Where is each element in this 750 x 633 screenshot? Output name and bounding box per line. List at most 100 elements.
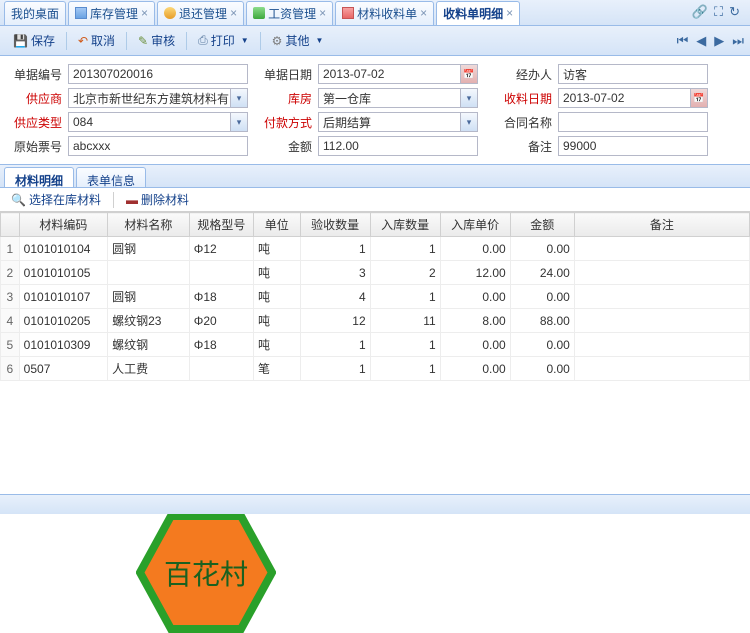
tab-form-info[interactable]: 表单信息	[76, 167, 146, 187]
row-number: 6	[1, 357, 20, 381]
recv-date-input[interactable]	[558, 88, 708, 108]
cell-qty_chk: 12	[300, 309, 370, 333]
operator-label: 经办人	[500, 66, 558, 83]
tool-link-icon[interactable]: 🔗	[692, 4, 708, 20]
cell-unit: 吨	[253, 333, 300, 357]
cell-amount: 88.00	[510, 309, 574, 333]
col-header[interactable]: 金额	[510, 213, 574, 237]
row-number: 3	[1, 285, 20, 309]
audit-button[interactable]: ✎审核	[131, 29, 182, 52]
cell-price: 0.00	[440, 333, 510, 357]
warehouse-input[interactable]	[318, 88, 478, 108]
chevron-down-icon[interactable]: ▾	[460, 113, 477, 131]
col-header[interactable]: 入库单价	[440, 213, 510, 237]
cell-amount: 0.00	[510, 333, 574, 357]
chevron-down-icon: ▼	[315, 36, 323, 45]
pay-method-input[interactable]	[318, 112, 478, 132]
chevron-down-icon[interactable]: ▾	[230, 113, 247, 131]
nav-prev-icon[interactable]: ◀	[696, 33, 706, 49]
doc-date-input[interactable]	[318, 64, 478, 84]
cell-qty_in: 2	[370, 261, 440, 285]
table-row[interactable]: 60507人工费笔110.000.00	[1, 357, 750, 381]
tab-库存管理[interactable]: 库存管理×	[68, 1, 155, 25]
doc-no-input[interactable]	[68, 64, 248, 84]
nav-last-icon[interactable]: ⏭	[732, 33, 744, 49]
tab-material-detail[interactable]: 材料明细	[4, 167, 74, 187]
close-icon[interactable]: ×	[420, 6, 427, 20]
save-button[interactable]: 💾保存	[6, 29, 62, 52]
operator-input[interactable]	[558, 64, 708, 84]
calendar-icon[interactable]: 📅	[690, 89, 707, 107]
col-header[interactable]: 入库数量	[370, 213, 440, 237]
toolbar: 💾保存 ↶取消 ✎审核 ⎙打印▼ ⚙其他▼ ⏮ ◀ ▶ ⏭	[0, 26, 750, 56]
tab-收料单明细[interactable]: 收料单明细×	[436, 1, 520, 25]
tab-label: 收料单明细	[443, 5, 503, 22]
cell-remark	[574, 237, 749, 261]
col-header[interactable]: 规格型号	[189, 213, 253, 237]
close-icon[interactable]: ×	[230, 6, 237, 20]
cancel-label: 取消	[91, 32, 115, 49]
orig-no-input[interactable]	[68, 136, 248, 156]
tab-label: 材料收料单	[357, 5, 417, 22]
table-row[interactable]: 20101010105吨3212.0024.00	[1, 261, 750, 285]
col-header[interactable]: 材料名称	[108, 213, 190, 237]
tab-我的桌面[interactable]: 我的桌面	[4, 1, 66, 25]
tab-label: 库存管理	[90, 5, 138, 22]
separator	[260, 32, 261, 50]
select-stock-button[interactable]: 🔍选择在库材料	[4, 188, 108, 211]
cell-price: 12.00	[440, 261, 510, 285]
tool-refresh-icon[interactable]: ↻	[729, 4, 740, 20]
cell-unit: 吨	[253, 309, 300, 333]
cell-spec	[189, 261, 253, 285]
cell-spec: Φ18	[189, 285, 253, 309]
cancel-icon: ↶	[78, 34, 88, 48]
tab-材料收料单[interactable]: 材料收料单×	[335, 1, 434, 25]
supplier-input[interactable]	[68, 88, 248, 108]
tab-工资管理[interactable]: 工资管理×	[246, 1, 333, 25]
col-header[interactable]: 材料编码	[19, 213, 107, 237]
tab-label: 工资管理	[268, 5, 316, 22]
cell-price: 8.00	[440, 309, 510, 333]
table-row[interactable]: 40101010205螺纹钢23Φ20吨12118.0088.00	[1, 309, 750, 333]
print-icon: ⎙	[198, 33, 208, 48]
cell-qty_in: 11	[370, 309, 440, 333]
delete-material-button[interactable]: ▬删除材料	[119, 188, 196, 211]
chevron-down-icon[interactable]: ▾	[460, 89, 477, 107]
header-form: 单据编号 单据日期 📅 经办人 供应商 ▾ 库房 ▾ 收料日期 📅 供应类型 ▾	[0, 56, 750, 164]
close-icon[interactable]: ×	[141, 6, 148, 20]
col-header[interactable]: 备注	[574, 213, 749, 237]
row-number: 4	[1, 309, 20, 333]
tab-退还管理[interactable]: 退还管理×	[157, 1, 244, 25]
close-icon[interactable]: ×	[506, 6, 513, 20]
select-stock-label: 选择在库材料	[29, 191, 101, 208]
tab-label: 退还管理	[179, 5, 227, 22]
cell-remark	[574, 261, 749, 285]
amount-input[interactable]	[318, 136, 478, 156]
nav-next-icon[interactable]: ▶	[714, 33, 724, 49]
cell-amount: 0.00	[510, 237, 574, 261]
contract-input[interactable]	[558, 112, 708, 132]
table-row[interactable]: 10101010104圆钢Φ12吨110.000.00	[1, 237, 750, 261]
table-row[interactable]: 30101010107圆钢Φ18吨410.000.00	[1, 285, 750, 309]
table-row[interactable]: 50101010309螺纹钢Φ18吨110.000.00	[1, 333, 750, 357]
cancel-button[interactable]: ↶取消	[71, 29, 122, 52]
close-icon[interactable]: ×	[319, 6, 326, 20]
tool-maximize-icon[interactable]: ⛶	[714, 4, 723, 20]
cell-code: 0101010205	[19, 309, 107, 333]
material-grid[interactable]: 材料编码材料名称规格型号单位验收数量入库数量入库单价金额备注 101010101…	[0, 212, 750, 381]
remark-input[interactable]	[558, 136, 708, 156]
calendar-icon[interactable]: 📅	[460, 65, 477, 83]
contract-label: 合同名称	[500, 114, 558, 131]
cell-amount: 0.00	[510, 285, 574, 309]
other-button[interactable]: ⚙其他▼	[265, 29, 331, 52]
supply-type-input[interactable]	[68, 112, 248, 132]
print-button[interactable]: ⎙打印▼	[191, 29, 256, 52]
orig-no-label: 原始票号	[10, 138, 68, 155]
nav-first-icon[interactable]: ⏮	[677, 33, 689, 49]
col-header[interactable]: 单位	[253, 213, 300, 237]
cell-code: 0101010107	[19, 285, 107, 309]
recv-date-label: 收料日期	[500, 90, 558, 107]
col-header[interactable]: 验收数量	[300, 213, 370, 237]
cell-unit: 吨	[253, 237, 300, 261]
chevron-down-icon[interactable]: ▾	[230, 89, 247, 107]
